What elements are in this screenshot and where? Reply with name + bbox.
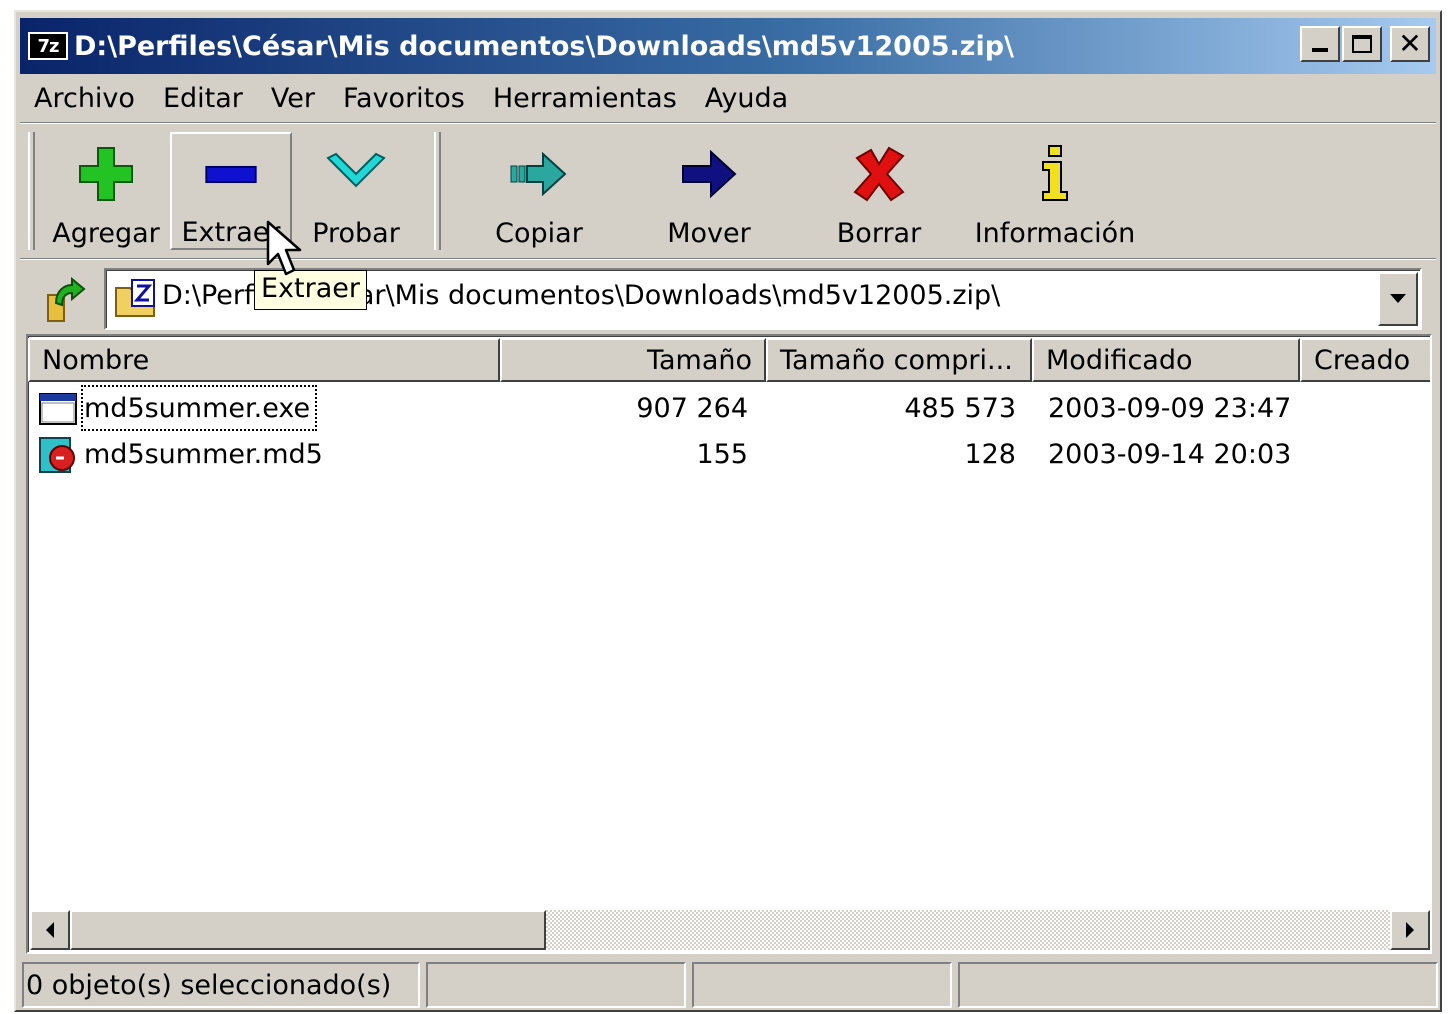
- status-pane-2: [426, 962, 686, 1008]
- minimize-button[interactable]: [1300, 26, 1340, 62]
- exe-file-icon: [39, 393, 77, 425]
- menu-bar: Archivo Editar Ver Favoritos Herramienta…: [20, 78, 802, 118]
- test-button[interactable]: Probar: [296, 132, 416, 250]
- horizontal-scrollbar[interactable]: [30, 910, 1430, 950]
- copy-arrow-icon: [510, 151, 567, 197]
- table-row[interactable]: md5summer.md5 155 128 2003-09-14 20:03: [28, 432, 1430, 476]
- minimize-icon: [1312, 48, 1328, 52]
- file-list[interactable]: Nombre Tamaño Tamaño compri... Modificad…: [26, 334, 1432, 954]
- app-window: 7z D:\Perfiles\César\Mis documentos\Down…: [14, 10, 1442, 1012]
- toolbar-separator: [434, 132, 441, 250]
- copy-label: Copiar: [495, 218, 583, 249]
- scroll-right-button[interactable]: [1390, 910, 1430, 950]
- zip-folder-icon: [115, 279, 155, 317]
- file-modified: 2003-09-14 20:03: [1048, 438, 1292, 470]
- add-label: Agregar: [52, 218, 160, 249]
- chevron-down-icon: [1390, 294, 1406, 303]
- info-label: Información: [974, 218, 1136, 249]
- menu-favoritos[interactable]: Favoritos: [329, 83, 479, 114]
- table-row[interactable]: md5summer.exe 907 264 485 573 2003-09-09…: [28, 385, 1430, 431]
- check-icon: [326, 152, 386, 188]
- toolbar: Agregar Extraer Probar Copiar Mover Borr…: [20, 128, 1436, 256]
- address-dropdown-button[interactable]: [1378, 272, 1418, 326]
- file-created: [1312, 386, 1430, 430]
- add-button[interactable]: Agregar: [44, 132, 168, 250]
- md5-file-icon: [39, 437, 75, 473]
- plus-icon: [79, 147, 133, 201]
- file-name[interactable]: md5summer.md5: [82, 432, 323, 476]
- maximize-icon: [1352, 35, 1372, 53]
- column-header-created[interactable]: Creado: [1300, 338, 1430, 382]
- x-icon: [853, 146, 905, 202]
- file-packed-size: 485 573: [904, 392, 1016, 424]
- 7zip-icon[interactable]: 7z: [28, 32, 68, 60]
- list-header: Nombre Tamaño Tamaño compri... Modificad…: [28, 338, 1430, 382]
- title-bar[interactable]: 7z D:\Perfiles\César\Mis documentos\Down…: [20, 18, 1436, 74]
- menu-archivo[interactable]: Archivo: [20, 83, 149, 114]
- close-button[interactable]: ✕: [1390, 26, 1430, 62]
- file-created: [1312, 432, 1430, 476]
- copy-button[interactable]: Copiar: [466, 132, 612, 250]
- menu-separator: [20, 122, 1436, 124]
- window-title: D:\Perfiles\César\Mis documentos\Downloa…: [74, 30, 1014, 62]
- up-folder-icon: [47, 276, 86, 322]
- column-header-size[interactable]: Tamaño: [500, 338, 766, 382]
- delete-button[interactable]: Borrar: [806, 132, 952, 250]
- toolbar-separator-line: [20, 258, 1436, 260]
- column-header-name[interactable]: Nombre: [28, 338, 500, 382]
- caption-buttons: ✕: [1300, 26, 1430, 62]
- maximize-button[interactable]: [1342, 26, 1382, 62]
- menu-editar[interactable]: Editar: [149, 83, 257, 114]
- file-size: 155: [696, 438, 748, 470]
- menu-herramientas[interactable]: Herramientas: [479, 83, 691, 114]
- status-selection: 0 objeto(s) seleccionado(s): [22, 962, 420, 1008]
- column-header-packed-size[interactable]: Tamaño compri...: [766, 338, 1032, 382]
- minus-icon: [205, 165, 257, 184]
- mouse-cursor-icon: [266, 220, 302, 276]
- move-label: Mover: [667, 218, 751, 249]
- info-icon: [1042, 145, 1068, 201]
- delete-label: Borrar: [836, 218, 922, 249]
- status-bar: 0 objeto(s) seleccionado(s): [22, 962, 1438, 1008]
- scroll-left-button[interactable]: [30, 910, 70, 950]
- arrow-right-icon: [1406, 922, 1414, 938]
- up-folder-button[interactable]: [34, 268, 98, 330]
- move-button[interactable]: Mover: [636, 132, 782, 250]
- menu-ayuda[interactable]: Ayuda: [691, 83, 802, 114]
- arrow-left-icon: [46, 922, 54, 938]
- file-modified: 2003-09-09 23:47: [1048, 392, 1292, 424]
- status-pane-3: [692, 962, 952, 1008]
- scrollbar-thumb[interactable]: [70, 910, 546, 950]
- info-button[interactable]: Información: [970, 132, 1140, 250]
- file-name[interactable]: md5summer.exe: [81, 385, 317, 431]
- toolbar-grip[interactable]: [28, 132, 35, 250]
- move-arrow-icon: [682, 149, 737, 199]
- file-packed-size: 128: [964, 438, 1016, 470]
- file-size: 907 264: [636, 392, 748, 424]
- column-header-modified[interactable]: Modificado: [1032, 338, 1300, 382]
- test-label: Probar: [312, 218, 400, 249]
- close-icon: ✕: [1398, 27, 1422, 60]
- menu-ver[interactable]: Ver: [257, 83, 329, 114]
- status-pane-4: [958, 962, 1438, 1008]
